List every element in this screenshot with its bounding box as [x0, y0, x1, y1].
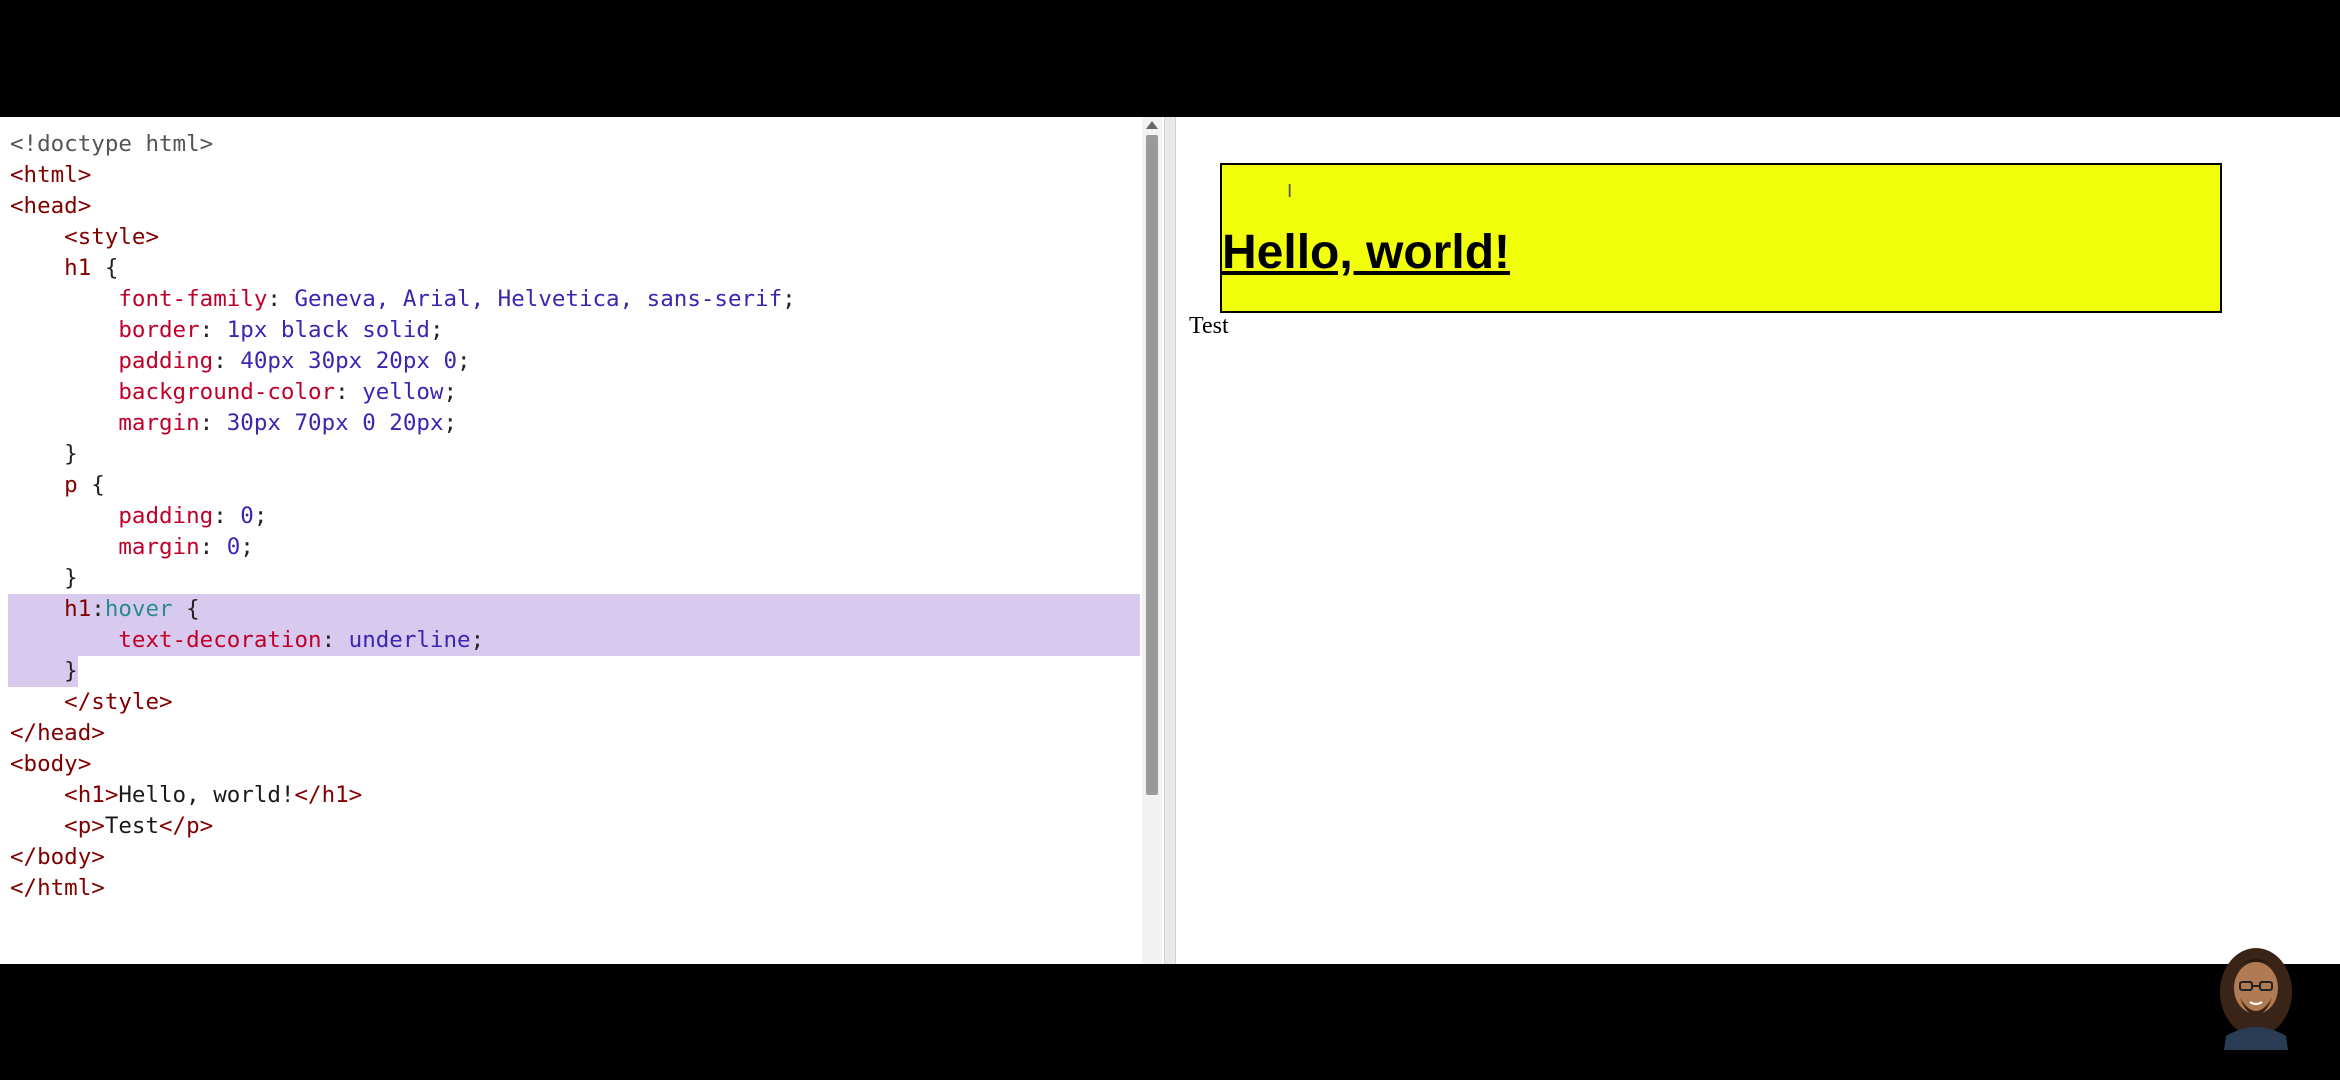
code-token: <html> [10, 162, 92, 188]
code-token: </head> [10, 720, 105, 746]
code-token: ; [457, 348, 471, 374]
code-token: : [335, 379, 363, 405]
code-line[interactable]: </head> [10, 718, 796, 749]
code-line[interactable]: <html> [10, 160, 796, 191]
code-token: </html> [10, 875, 105, 901]
code-token: text-decoration [10, 627, 322, 653]
editor-scrollbar[interactable] [1142, 117, 1162, 964]
code-token: <p> [10, 813, 105, 839]
code-token: ; [443, 379, 458, 405]
code-line[interactable]: text-decoration: underline; [8, 625, 1140, 656]
code-token: h1 [10, 255, 105, 281]
code-line[interactable]: <h1>Hello, world!</h1> [10, 780, 796, 811]
code-token: ; [429, 317, 444, 343]
code-line[interactable]: margin: 0; [10, 532, 796, 563]
code-token: : [267, 286, 295, 312]
code-token: </style> [10, 689, 173, 715]
code-line[interactable]: <!doctype html> [10, 129, 796, 160]
code-token: : [199, 534, 227, 560]
code-token: } [10, 658, 78, 684]
code-token: : [213, 348, 241, 374]
code-line[interactable]: </body> [10, 842, 796, 873]
code-token: } [10, 441, 78, 467]
code-line[interactable]: p { [10, 470, 796, 501]
code-line[interactable]: } [8, 656, 796, 687]
text-cursor-icon: I [1287, 181, 1293, 202]
code-token: { [172, 596, 200, 622]
code-token: ; [470, 627, 485, 653]
code-token: { [91, 472, 105, 498]
code-token: 30px 70px 0 20px [226, 410, 444, 436]
code-token: : [213, 503, 241, 529]
code-line[interactable]: </html> [10, 873, 796, 904]
code-editor-text[interactable]: <!doctype html> <html> <head> <style> h1 {… [8, 129, 1140, 904]
code-line[interactable]: <p>Test</p> [10, 811, 796, 842]
code-token: Hello, world! [118, 782, 295, 808]
code-token: : [199, 410, 227, 436]
code-token: font-family [10, 286, 268, 312]
code-line[interactable]: </style> [10, 687, 796, 718]
code-line[interactable]: <style> [10, 222, 796, 253]
code-token: border [10, 317, 200, 343]
code-token: ; [782, 286, 796, 312]
pane-splitter[interactable] [1164, 117, 1176, 964]
code-token: hover [104, 596, 173, 622]
code-token: : [91, 596, 105, 622]
scroll-up-icon[interactable] [1146, 121, 1158, 129]
code-token: background-color [10, 379, 336, 405]
code-token: <head> [10, 193, 92, 219]
code-token: margin [10, 410, 200, 436]
scroll-thumb[interactable] [1146, 135, 1158, 795]
code-line[interactable]: border: 1px black solid; [10, 315, 796, 346]
code-token: Test [104, 813, 160, 839]
preview-pane: Hello, world! I Test [1176, 117, 2340, 964]
code-token: </h1> [294, 782, 363, 808]
code-token: Geneva, Arial, Helvetica, sans-serif [294, 286, 783, 312]
code-token: <h1> [10, 782, 119, 808]
code-token: ; [253, 503, 268, 529]
code-line[interactable]: padding: 40px 30px 20px 0; [10, 346, 796, 377]
code-token: 0 [226, 534, 241, 560]
code-token: h1 [10, 596, 92, 622]
code-token: : [199, 317, 227, 343]
code-token: </p> [159, 813, 214, 839]
code-token: underline [348, 627, 471, 653]
code-token: ; [240, 534, 254, 560]
code-token: <style> [10, 224, 160, 250]
code-line[interactable]: <body> [10, 749, 796, 780]
code-token: yellow [362, 379, 444, 405]
code-token: { [104, 255, 119, 281]
code-token: p [10, 472, 92, 498]
top-letterbox [0, 0, 2340, 117]
code-token: </body> [10, 844, 105, 870]
code-token: 0 [240, 503, 254, 529]
code-line[interactable]: } [10, 439, 796, 470]
code-line[interactable]: h1:hover { [8, 594, 1140, 625]
code-token: 1px black solid [226, 317, 430, 343]
code-token: : [321, 627, 349, 653]
code-token: margin [10, 534, 200, 560]
code-token: <body> [10, 751, 92, 777]
code-line[interactable]: font-family: Geneva, Arial, Helvetica, s… [10, 284, 796, 315]
bottom-letterbox [0, 964, 2340, 1080]
app-frame: <!doctype html> <html> <head> <style> h1 {… [0, 117, 2340, 964]
code-token: padding [10, 348, 214, 374]
code-line[interactable]: } [10, 563, 796, 594]
presenter-avatar [2220, 948, 2292, 1050]
code-line[interactable]: padding: 0; [10, 501, 796, 532]
code-line[interactable]: background-color: yellow; [10, 377, 796, 408]
code-token: ; [443, 410, 458, 436]
code-line[interactable]: h1 { [10, 253, 796, 284]
code-line[interactable]: <head> [10, 191, 796, 222]
code-token: <!doctype html> [10, 131, 214, 157]
code-token: } [10, 565, 78, 591]
code-editor-pane[interactable]: <!doctype html> <html> <head> <style> h1 {… [0, 117, 1140, 964]
preview-paragraph: Test [1189, 313, 1229, 339]
code-line[interactable]: margin: 30px 70px 0 20px; [10, 408, 796, 439]
code-token: padding [10, 503, 214, 529]
preview-heading[interactable]: Hello, world! [1220, 163, 2222, 313]
code-token: 40px 30px 20px 0 [240, 348, 458, 374]
